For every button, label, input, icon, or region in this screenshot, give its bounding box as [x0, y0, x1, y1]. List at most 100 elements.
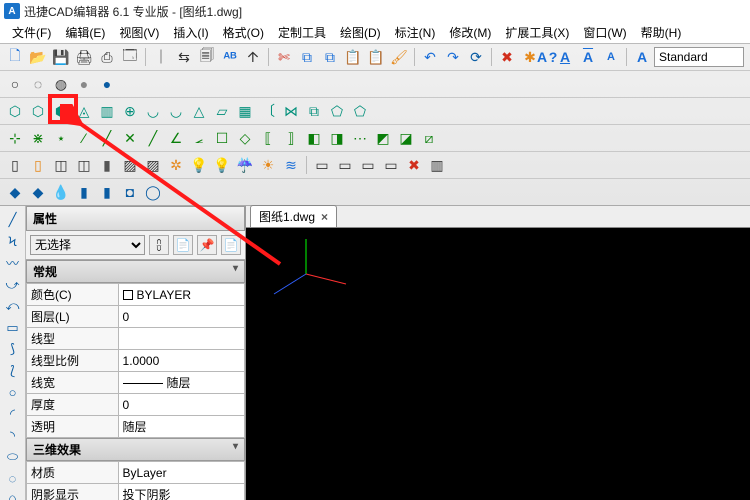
spline-b-icon[interactable]: ⟅ — [3, 361, 23, 381]
new-icon[interactable]: 🗋 — [4, 46, 26, 68]
copy-doc-icon[interactable]: 🗐 — [196, 46, 218, 68]
intersection-icon[interactable]: ✕ — [119, 127, 141, 149]
prop-shadow-value[interactable]: 投下阴影 — [118, 484, 244, 500]
solid-b-icon[interactable]: ◆ — [27, 181, 49, 203]
pin-icon[interactable]: 📌 — [197, 235, 217, 255]
extension-icon[interactable]: ╱ — [142, 127, 164, 149]
pyramid-icon[interactable]: △ — [188, 100, 210, 122]
arc-c-icon[interactable]: ◜ — [3, 404, 23, 424]
paste-copy-icon[interactable]: ⧉ — [319, 46, 341, 68]
copy-icon[interactable]: ⧉ — [296, 46, 318, 68]
perpendicular-icon[interactable]: ∠ — [165, 127, 187, 149]
half-b-icon[interactable]: ◨ — [326, 127, 348, 149]
hatch-b-icon[interactable]: ▨ — [142, 154, 164, 176]
sphere-gray-icon[interactable]: ● — [73, 73, 95, 95]
text-A-sub-icon[interactable]: A — [600, 46, 622, 68]
section-3d[interactable]: 三维效果 — [26, 438, 245, 461]
menu-insert[interactable]: 插入(I) — [167, 22, 214, 43]
import-export-icon[interactable]: ⇆ — [173, 46, 195, 68]
text-A-underline-icon[interactable]: A — [554, 46, 576, 68]
split-a-icon[interactable]: ◫ — [50, 154, 72, 176]
section-general[interactable]: 常规 — [26, 260, 245, 283]
view-d-icon[interactable]: ▭ — [380, 154, 402, 176]
circle-3pt-icon[interactable]: ◌ — [27, 73, 49, 95]
polyline-icon[interactable]: Ϟ — [3, 232, 23, 252]
menu-edit[interactable]: 编辑(E) — [59, 22, 111, 43]
person-icon[interactable]: 𐌣 — [242, 46, 264, 68]
arc-b-icon[interactable]: ⤺ — [3, 296, 23, 316]
menu-draw[interactable]: 绘图(D) — [334, 22, 387, 43]
drawing-viewport[interactable] — [246, 228, 750, 500]
divider-icon[interactable]: ｜ — [150, 46, 172, 68]
donut-tool-icon[interactable]: ◌ — [3, 469, 23, 489]
paste-icon[interactable]: 📋 — [342, 46, 364, 68]
tabulated-icon[interactable]: ⧉ — [303, 100, 325, 122]
apparent-icon[interactable]: ◇ — [234, 127, 256, 149]
filter-icon[interactable]: ⩉ — [149, 235, 169, 255]
prop-transparency-value[interactable]: 随层 — [118, 416, 244, 438]
ellipse-icon[interactable]: ⬭ — [3, 448, 23, 468]
style-select[interactable] — [654, 47, 744, 67]
ruled-icon[interactable]: ⋈ — [280, 100, 302, 122]
prop-linetype-value[interactable] — [118, 328, 244, 350]
circle-filled-icon[interactable]: ◍ — [50, 73, 72, 95]
view-c-icon[interactable]: ▭ — [357, 154, 379, 176]
spline-a-icon[interactable]: ⟆ — [3, 340, 23, 360]
half-c-icon[interactable]: ◩ — [372, 127, 394, 149]
bulb-icon[interactable]: 💡 — [188, 154, 210, 176]
print-preview-icon[interactable]: 🗔 — [119, 46, 141, 68]
print-icon[interactable]: 🖨 — [73, 46, 95, 68]
undo-icon[interactable]: ↶ — [419, 46, 441, 68]
split-b-icon[interactable]: ◫ — [73, 154, 95, 176]
sun-icon[interactable]: ☀ — [257, 154, 279, 176]
drop-icon[interactable]: 💧 — [50, 181, 72, 203]
parallel-icon[interactable]: ⟦ — [257, 127, 279, 149]
open-icon[interactable]: 📂 — [27, 46, 49, 68]
print-batch-icon[interactable]: ⎙ — [96, 46, 118, 68]
menu-custom-tools[interactable]: 定制工具 — [272, 22, 332, 43]
menu-help[interactable]: 帮助(H) — [635, 22, 688, 43]
layer-a-icon[interactable]: ▯ — [4, 154, 26, 176]
rectangle-icon[interactable]: ▭ — [3, 318, 23, 338]
circle-outline-icon[interactable]: ○ — [4, 73, 26, 95]
prop-color-value[interactable]: BYLAYER — [118, 284, 244, 306]
prop-material-value[interactable]: ByLayer — [118, 462, 244, 484]
cyl-a-icon[interactable]: ▮ — [73, 181, 95, 203]
cone-icon[interactable]: ◬ — [73, 100, 95, 122]
gear-icon[interactable]: ✲ — [165, 154, 187, 176]
center-icon[interactable]: ⋆ — [50, 127, 72, 149]
sphere-blue-icon[interactable]: ● — [96, 73, 118, 95]
save-icon[interactable]: 💾 — [50, 46, 72, 68]
layer-yellow-icon[interactable]: ▯ — [27, 154, 49, 176]
line-icon[interactable]: ╱ — [3, 210, 23, 230]
menu-view[interactable]: 视图(V) — [113, 22, 165, 43]
abc-icon[interactable]: ᴬᴮ — [219, 46, 241, 68]
slash-box-icon[interactable]: ⧄ — [418, 127, 440, 149]
cancel-icon[interactable]: ✖ — [496, 46, 518, 68]
selection-dropdown[interactable]: 无选择 — [30, 235, 145, 255]
mesh-icon[interactable]: ▦ — [234, 100, 256, 122]
weather-icon[interactable]: ☔ — [234, 154, 256, 176]
node-icon[interactable]: ⁄ — [73, 127, 95, 149]
prop-layer-value[interactable]: 0 — [118, 306, 244, 328]
layer-dark-icon[interactable]: ▮ — [96, 154, 118, 176]
text-A-search-icon[interactable]: A — [631, 46, 653, 68]
prop-lineweight-value[interactable]: 随层 — [118, 372, 244, 394]
half-a-icon[interactable]: ◧ — [303, 127, 325, 149]
circle-tool-icon[interactable]: ○ — [3, 383, 23, 403]
from-icon[interactable]: ⟧ — [280, 127, 302, 149]
text-A-overline-icon[interactable]: A — [577, 46, 599, 68]
folder-icon[interactable]: ▥ — [426, 154, 448, 176]
cylinder-icon[interactable]: ▥ — [96, 100, 118, 122]
document-tab[interactable]: 图纸1.dwg × — [250, 205, 337, 227]
cyl-b-icon[interactable]: ▮ — [96, 181, 118, 203]
paste-prop-icon[interactable]: 📄 — [173, 235, 193, 255]
arc-d-icon[interactable]: ◝ — [3, 426, 23, 446]
polyface-left-icon[interactable]: ⬠ — [326, 100, 348, 122]
inset-icon[interactable]: ◘ — [119, 181, 141, 203]
hatch-a-icon[interactable]: ▨ — [119, 154, 141, 176]
prop-ltscale-value[interactable]: 1.0000 — [118, 350, 244, 372]
arc-a-icon[interactable]: ⤻ — [3, 275, 23, 295]
match-prop-icon[interactable]: 🖌 — [388, 46, 410, 68]
dome-icon[interactable]: ◡ — [165, 100, 187, 122]
